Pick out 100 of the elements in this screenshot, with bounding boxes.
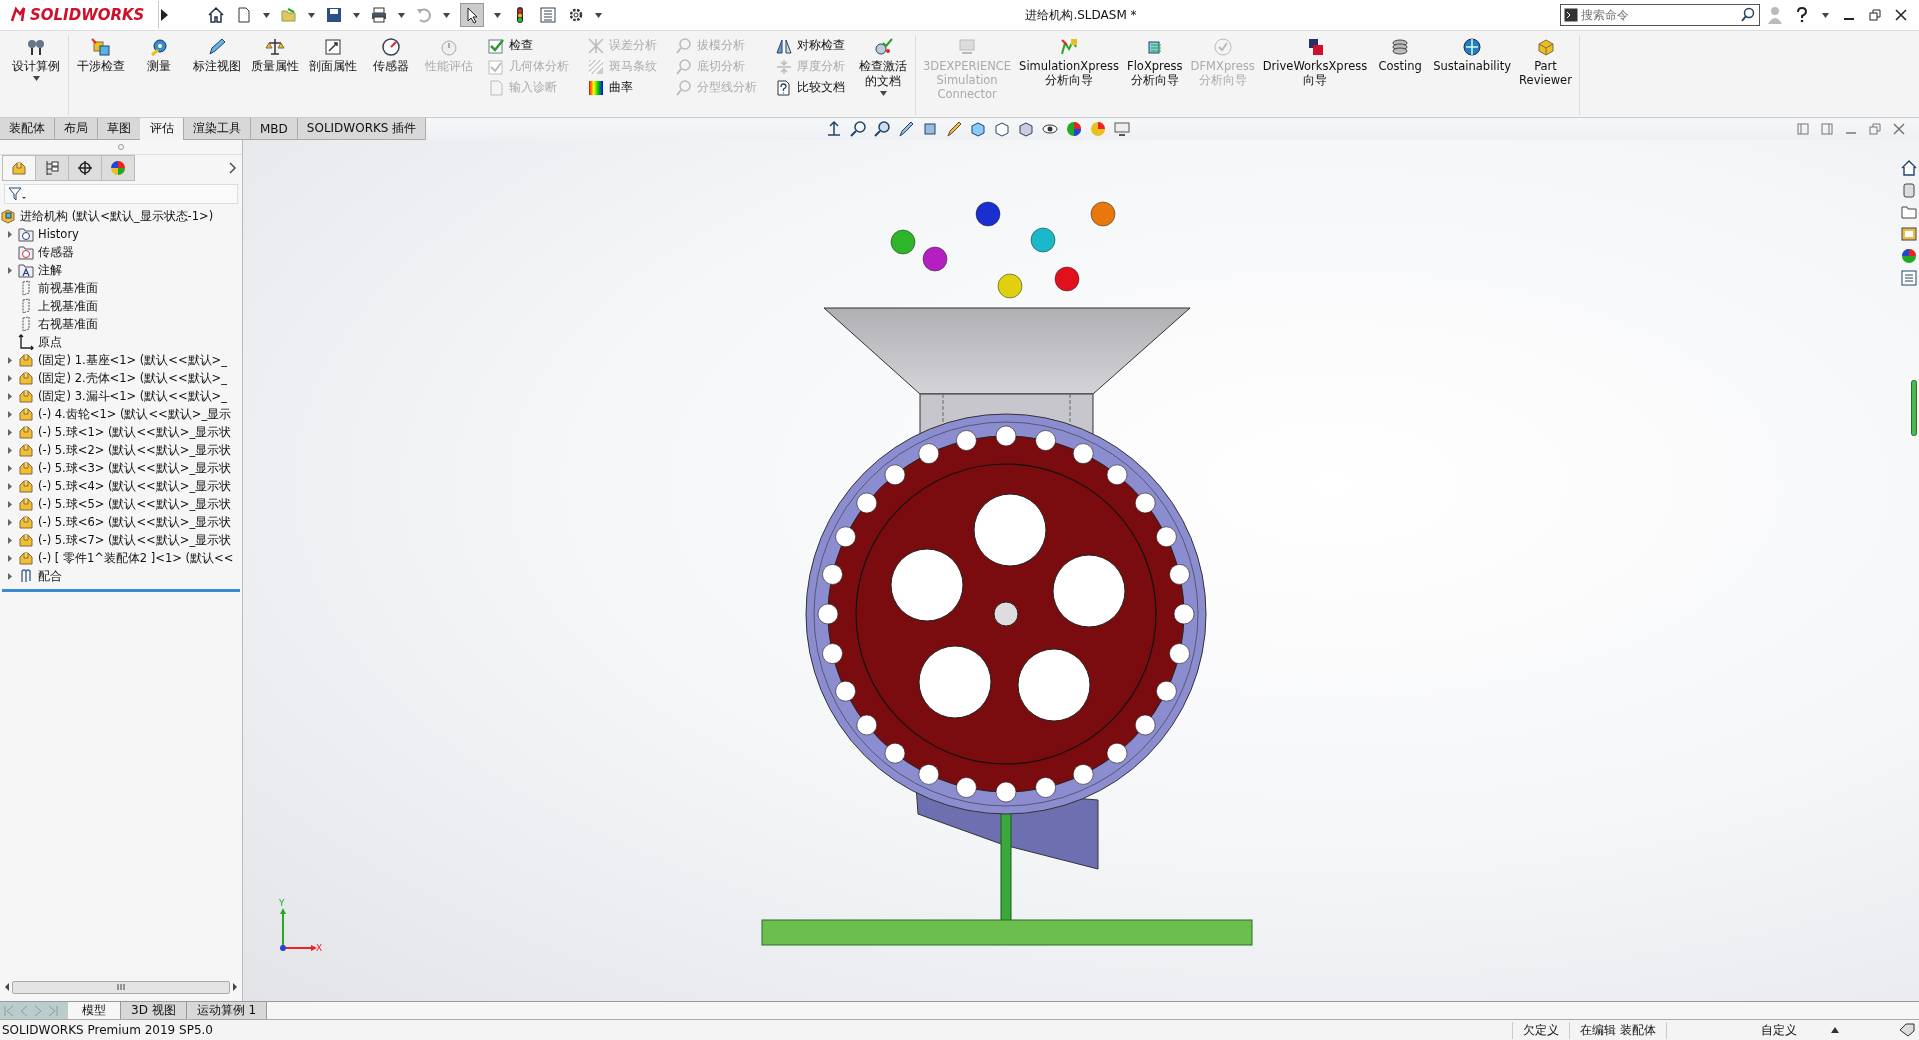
tree-item[interactable]: (-) [ 零件1^装配体2 ]<1> (默认<< bbox=[38, 550, 234, 566]
expand-arrow-icon[interactable] bbox=[7, 553, 13, 563]
color-ball-icon[interactable] bbox=[1090, 121, 1107, 137]
new-document-icon[interactable] bbox=[235, 6, 253, 24]
expand-arrow-icon[interactable] bbox=[7, 409, 13, 419]
ribbon-button[interactable]: 设计算例 bbox=[10, 35, 62, 83]
magnifier-icon[interactable] bbox=[874, 121, 891, 137]
scrollbar-thumb[interactable] bbox=[12, 980, 230, 994]
expand-arrow-icon[interactable] bbox=[7, 463, 13, 473]
expand-arrow-icon[interactable] bbox=[7, 229, 13, 239]
ribbon-button[interactable]: FloXpress 分析向导 bbox=[1126, 35, 1184, 90]
ribbon-button[interactable]: DriveWorksXpress 向导 bbox=[1261, 35, 1369, 90]
tree-item[interactable]: (-) 5.球<2> (默认<<默认>_显示状 bbox=[38, 442, 232, 458]
command-tab[interactable]: SOLIDWORKS 插件 bbox=[296, 118, 427, 140]
tree-item[interactable]: (-) 5.球<7> (默认<<默认>_显示状 bbox=[38, 532, 232, 548]
expand-arrow-icon[interactable] bbox=[7, 265, 13, 275]
tree-item[interactable]: 进给机构 (默认<默认_显示状态-1>) bbox=[20, 208, 214, 224]
command-tab[interactable]: 装配体 bbox=[0, 118, 55, 140]
restore-icon[interactable] bbox=[1869, 9, 1881, 21]
caret-icon[interactable] bbox=[263, 12, 270, 18]
caret-icon[interactable] bbox=[353, 12, 360, 18]
command-tab[interactable]: 草图 bbox=[97, 118, 141, 140]
tree-item[interactable]: 注解 bbox=[38, 262, 62, 278]
tile-right-icon[interactable] bbox=[1821, 123, 1833, 135]
search-icon[interactable] bbox=[1740, 7, 1756, 23]
scroll-right-icon[interactable] bbox=[232, 983, 238, 991]
scroll-left-icon[interactable] bbox=[4, 983, 10, 991]
tree-item[interactable]: 上视基准面 bbox=[38, 298, 98, 314]
chevron-right-icon[interactable] bbox=[228, 162, 236, 174]
tree-item[interactable]: 前视基准面 bbox=[38, 280, 98, 296]
ribbon-button[interactable]: 传感器 bbox=[365, 35, 417, 76]
expand-arrow-icon[interactable] bbox=[7, 427, 13, 437]
ribbon-button[interactable]: 比较文档 bbox=[773, 77, 847, 98]
view-tab[interactable]: 3D 视图 bbox=[121, 1002, 187, 1019]
ribbon-button[interactable]: 质量属性 bbox=[249, 35, 301, 76]
cube-icon[interactable] bbox=[994, 121, 1011, 137]
command-tab[interactable]: 布局 bbox=[54, 118, 98, 140]
expand-arrow-icon[interactable] bbox=[7, 481, 13, 491]
cylinder-icon[interactable] bbox=[1901, 182, 1917, 200]
caret-icon[interactable] bbox=[1822, 12, 1829, 18]
eye-icon[interactable] bbox=[1042, 121, 1059, 137]
ribbon-button[interactable]: 测量 bbox=[133, 35, 185, 76]
tree-item[interactable]: 原点 bbox=[38, 334, 62, 350]
pencil-icon[interactable] bbox=[946, 121, 963, 137]
expand-arrow-icon[interactable] bbox=[7, 445, 13, 455]
panel-tab[interactable] bbox=[101, 155, 135, 181]
zoom-fit-icon[interactable] bbox=[826, 121, 843, 137]
expand-triangle-icon[interactable] bbox=[159, 8, 169, 22]
ribbon-button[interactable]: 检查激活的文档 bbox=[857, 35, 909, 98]
tree-item[interactable]: History bbox=[38, 227, 79, 241]
cube-icon[interactable] bbox=[970, 121, 987, 137]
color-ball-icon[interactable] bbox=[1901, 248, 1917, 266]
monitor-icon[interactable] bbox=[1114, 121, 1131, 137]
grip-dot-icon[interactable] bbox=[118, 144, 124, 150]
folder-icon[interactable] bbox=[1901, 204, 1917, 222]
search-field[interactable]: 搜索命令 bbox=[1560, 4, 1760, 26]
expand-arrow-icon[interactable] bbox=[7, 391, 13, 401]
printer-icon[interactable] bbox=[370, 6, 388, 24]
tree-item[interactable]: (-) 5.球<4> (默认<<默认>_显示状 bbox=[38, 478, 232, 494]
pointer-icon[interactable] bbox=[460, 3, 484, 27]
pencil-icon[interactable] bbox=[898, 121, 915, 137]
scroll-handle[interactable] bbox=[1911, 380, 1917, 436]
picture-icon[interactable] bbox=[1901, 226, 1917, 244]
expand-arrow-icon[interactable] bbox=[7, 499, 13, 509]
ribbon-button[interactable]: 干涉检查 bbox=[75, 35, 127, 76]
ribbon-button[interactable]: Costing bbox=[1374, 35, 1427, 75]
section-view-icon[interactable] bbox=[922, 121, 939, 137]
ribbon-button[interactable]: SimulationXpress 分析向导 bbox=[1018, 35, 1121, 90]
ribbon-button[interactable]: 剖面属性 bbox=[307, 35, 359, 76]
cube-icon[interactable] bbox=[1018, 121, 1035, 137]
panel-tab[interactable] bbox=[68, 155, 102, 181]
command-tab[interactable]: 评估 bbox=[140, 118, 184, 140]
caret-up-icon[interactable] bbox=[1831, 1027, 1839, 1033]
ribbon-button[interactable]: Sustainability bbox=[1432, 35, 1513, 75]
tree-item[interactable]: (固定) 1.基座<1> (默认<<默认>_ bbox=[38, 352, 227, 368]
close-icon[interactable] bbox=[1895, 9, 1907, 21]
tree-item[interactable]: (-) 4.齿轮<1> (默认<<默认>_显示 bbox=[38, 406, 232, 422]
filter-field[interactable] bbox=[4, 184, 238, 204]
zoom-area-icon[interactable] bbox=[850, 121, 867, 137]
ribbon-button[interactable]: 对称检查 bbox=[773, 35, 847, 56]
tree-item[interactable]: (固定) 2.壳体<1> (默认<<默认>_ bbox=[38, 370, 227, 386]
tile-left-icon[interactable] bbox=[1797, 123, 1809, 135]
ribbon-button[interactable]: 标注视图 bbox=[191, 35, 243, 76]
expand-arrow-icon[interactable] bbox=[7, 373, 13, 383]
caret-icon[interactable] bbox=[443, 12, 450, 18]
list-panel-icon[interactable] bbox=[1901, 270, 1917, 288]
tree-item[interactable]: 配合 bbox=[38, 568, 62, 584]
expand-arrow-icon[interactable] bbox=[7, 535, 13, 545]
caret-icon[interactable] bbox=[595, 12, 602, 18]
ribbon-button[interactable]: 检查 bbox=[485, 35, 571, 56]
tree-item[interactable]: (-) 5.球<1> (默认<<默认>_显示状 bbox=[38, 424, 232, 440]
gear-icon[interactable] bbox=[567, 6, 585, 24]
tree-item[interactable]: (-) 5.球<3> (默认<<默认>_显示状 bbox=[38, 460, 232, 476]
view-tab[interactable]: 运动算例 1 bbox=[186, 1002, 268, 1019]
command-tab[interactable]: MBD bbox=[250, 118, 298, 140]
color-ball-icon[interactable] bbox=[1066, 121, 1083, 137]
expand-arrow-icon[interactable] bbox=[7, 355, 13, 365]
tree-item[interactable]: (-) 5.球<5> (默认<<默认>_显示状 bbox=[38, 496, 232, 512]
tag-icon[interactable] bbox=[1899, 1023, 1915, 1037]
tree-item[interactable]: 传感器 bbox=[38, 244, 74, 260]
